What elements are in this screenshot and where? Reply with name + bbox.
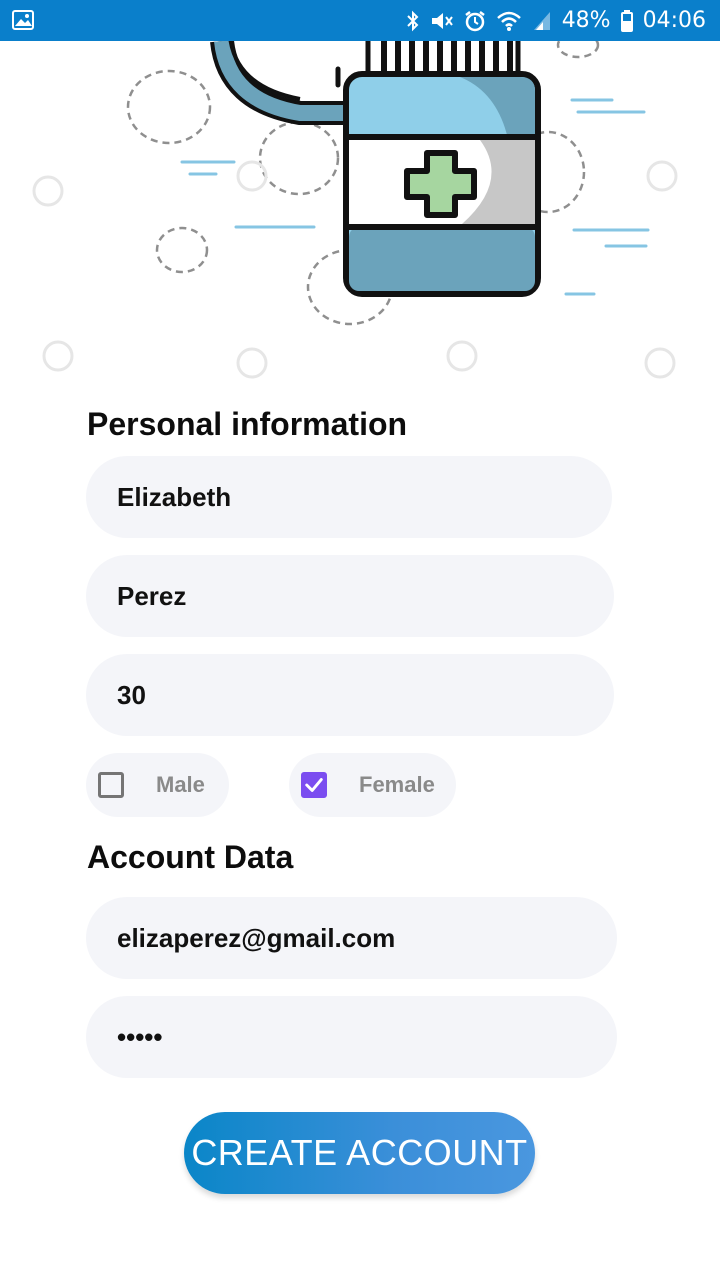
first-name-value: Elizabeth (117, 481, 232, 512)
password-value: ••••• (117, 1021, 163, 1052)
female-checkbox[interactable] (301, 772, 327, 798)
first-name-input[interactable]: Elizabeth (86, 456, 612, 538)
gender-option-male[interactable]: Male (86, 753, 229, 817)
bluetooth-icon (406, 10, 420, 32)
signal-icon (532, 10, 552, 32)
checkmark-icon (305, 778, 323, 792)
account-data-heading: Account Data (87, 839, 294, 875)
medicine-bottle-illustration (32, 41, 678, 379)
male-label: Male (156, 772, 205, 797)
battery-percent: 48% (561, 8, 611, 33)
create-account-button[interactable]: CREATE ACCOUNT (184, 1112, 535, 1194)
personal-information-heading: Personal information (87, 406, 408, 442)
mute-icon (430, 10, 454, 32)
clock: 04:06 (642, 8, 706, 33)
status-bar: 48% 04:06 (0, 0, 720, 41)
email-value: elizaperez@gmail.com (117, 922, 396, 953)
password-input[interactable]: ••••• (86, 996, 617, 1078)
gender-option-female[interactable]: Female (289, 753, 456, 817)
last-name-value: Perez (117, 580, 187, 611)
alarm-icon (464, 10, 486, 32)
battery-icon (620, 9, 633, 32)
email-input[interactable]: elizaperez@gmail.com (86, 897, 617, 979)
male-checkbox[interactable] (98, 772, 124, 798)
age-input[interactable]: 30 (86, 654, 614, 736)
last-name-input[interactable]: Perez (86, 555, 614, 637)
female-label: Female (359, 772, 435, 797)
wifi-icon (496, 10, 522, 32)
gallery-icon (12, 10, 34, 35)
age-value: 30 (117, 679, 146, 710)
